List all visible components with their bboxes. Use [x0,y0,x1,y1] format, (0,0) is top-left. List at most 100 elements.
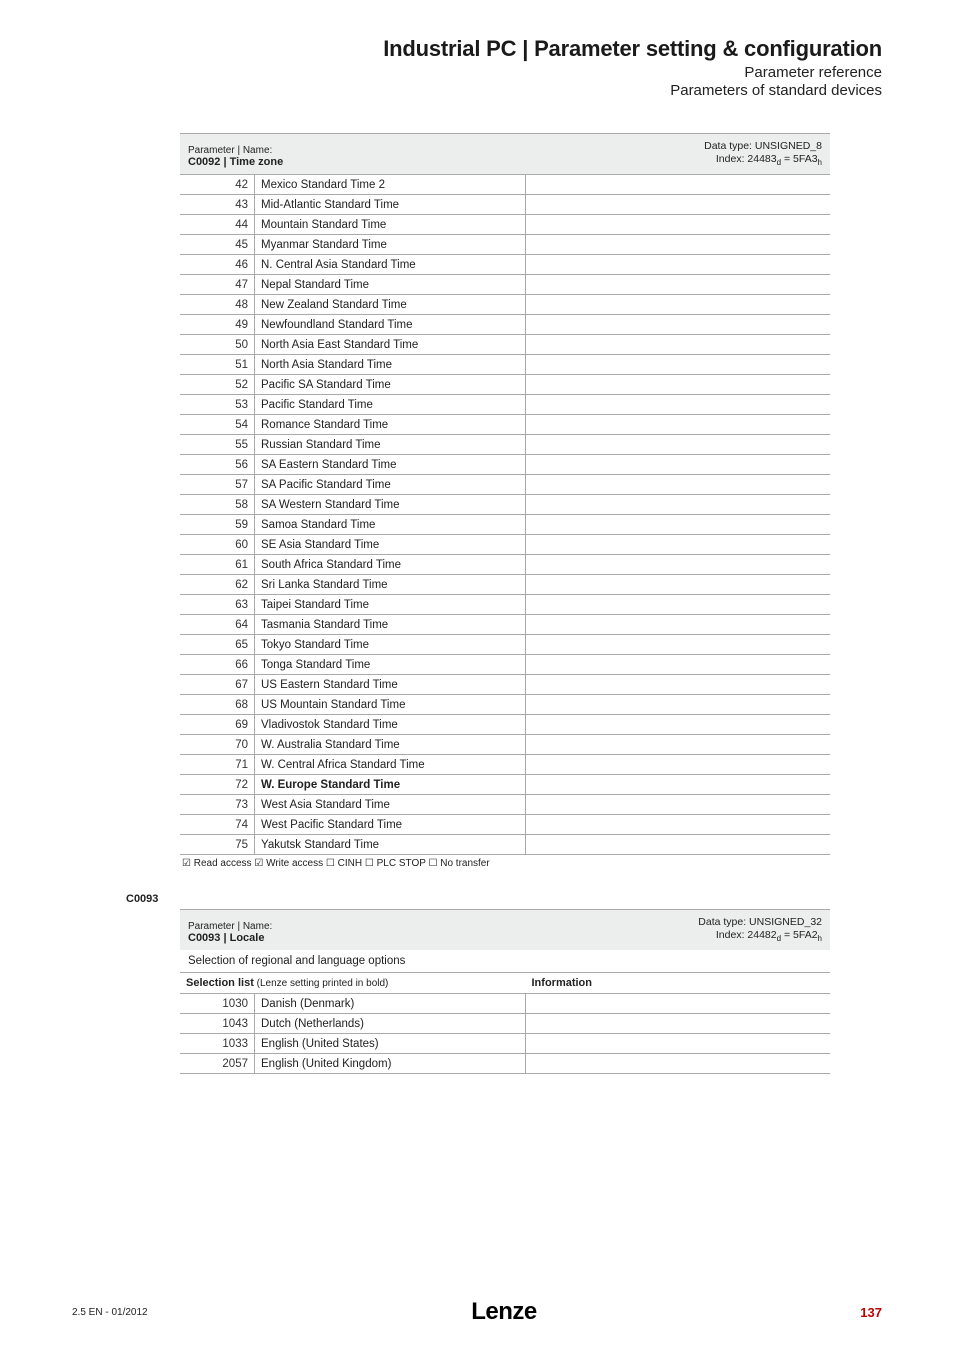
row-info [526,455,831,475]
param-dtype: Data type: UNSIGNED_8 [704,140,822,153]
row-index: 55 [180,435,255,455]
row-name: Tokyo Standard Time [255,635,526,655]
locale-description: Selection of regional and language optio… [180,950,830,973]
row-index: 60 [180,535,255,555]
row-index: 54 [180,415,255,435]
row-index: 63 [180,595,255,615]
table-row: 43Mid-Atlantic Standard Time [180,195,830,215]
row-index: 1033 [180,1034,255,1054]
row-index: 45 [180,235,255,255]
table-row: 1033English (United States) [180,1034,830,1054]
row-index: 42 [180,175,255,195]
page-footer: 2.5 EN - 01/2012 Lenze 137 [72,1298,882,1326]
table-row: 64Tasmania Standard Time [180,615,830,635]
page-subtitle-2: Parameters of standard devices [72,82,882,99]
access-line: ☑ Read access ☑ Write access ☐ CINH ☐ PL… [180,855,830,869]
row-index: 73 [180,795,255,815]
row-info [526,395,831,415]
table-row: 69Vladivostok Standard Time [180,715,830,735]
row-index: 70 [180,735,255,755]
table-row: 47Nepal Standard Time [180,275,830,295]
row-name: English (United States) [255,1034,526,1054]
row-index: 2057 [180,1054,255,1074]
row-info [526,1054,831,1074]
row-name: SA Western Standard Time [255,495,526,515]
row-name: W. Australia Standard Time [255,735,526,755]
row-index: 65 [180,635,255,655]
row-info [526,195,831,215]
row-name: Sri Lanka Standard Time [255,575,526,595]
table-row: 2057English (United Kingdom) [180,1054,830,1074]
row-name: Taipei Standard Time [255,595,526,615]
row-name: Mid-Atlantic Standard Time [255,195,526,215]
row-index: 51 [180,355,255,375]
row-name: Romance Standard Time [255,415,526,435]
param-name: C0092 | Time zone [188,156,283,168]
row-index: 67 [180,675,255,695]
row-info [526,994,831,1014]
row-info [526,1014,831,1034]
row-info [526,275,831,295]
row-name: SE Asia Standard Time [255,535,526,555]
row-info [526,355,831,375]
timezone-table: 42Mexico Standard Time 243Mid-Atlantic S… [180,174,830,855]
row-info [526,615,831,635]
row-name: New Zealand Standard Time [255,295,526,315]
table-row: 55Russian Standard Time [180,435,830,455]
param-dtype: Data type: UNSIGNED_32 [698,916,822,929]
row-name: West Pacific Standard Time [255,815,526,835]
table-row: 59Samoa Standard Time [180,515,830,535]
row-index: 49 [180,315,255,335]
row-info [526,675,831,695]
row-index: 47 [180,275,255,295]
row-info [526,775,831,795]
row-name: Samoa Standard Time [255,515,526,535]
row-name: Pacific Standard Time [255,395,526,415]
row-name: Dutch (Netherlands) [255,1014,526,1034]
row-name: Danish (Denmark) [255,994,526,1014]
table-row: 68US Mountain Standard Time [180,695,830,715]
row-info [526,575,831,595]
row-info [526,295,831,315]
row-name: Newfoundland Standard Time [255,315,526,335]
row-info [526,835,831,855]
row-name: SA Pacific Standard Time [255,475,526,495]
table-row: 58SA Western Standard Time [180,495,830,515]
row-index: 74 [180,815,255,835]
row-index: 52 [180,375,255,395]
page-number: 137 [860,1305,882,1320]
row-name: Russian Standard Time [255,435,526,455]
table-row: 74West Pacific Standard Time [180,815,830,835]
row-info [526,1034,831,1054]
param-label: Parameter | Name: [188,921,272,932]
row-index: 56 [180,455,255,475]
selection-list-header: Selection list (Lenze setting printed in… [180,973,526,994]
table-row: 57SA Pacific Standard Time [180,475,830,495]
row-name: North Asia East Standard Time [255,335,526,355]
table-row: 53Pacific Standard Time [180,395,830,415]
row-index: 59 [180,515,255,535]
table-row: 46N. Central Asia Standard Time [180,255,830,275]
row-info [526,215,831,235]
row-index: 44 [180,215,255,235]
row-info [526,415,831,435]
row-name: SA Eastern Standard Time [255,455,526,475]
row-index: 61 [180,555,255,575]
row-index: 58 [180,495,255,515]
table-row: 71W. Central Africa Standard Time [180,755,830,775]
table-row: 1043Dutch (Netherlands) [180,1014,830,1034]
row-index: 57 [180,475,255,495]
table-row: 45Myanmar Standard Time [180,235,830,255]
row-name: Pacific SA Standard Time [255,375,526,395]
section-label-c0093: C0093 [126,893,830,905]
row-name: North Asia Standard Time [255,355,526,375]
row-index: 62 [180,575,255,595]
row-index: 48 [180,295,255,315]
row-info [526,495,831,515]
row-name: Mexico Standard Time 2 [255,175,526,195]
table-row: 56SA Eastern Standard Time [180,455,830,475]
row-info [526,755,831,775]
row-index: 71 [180,755,255,775]
param-index: Index: 24482d = 5FA2h [698,929,822,944]
row-name: W. Europe Standard Time [255,775,526,795]
